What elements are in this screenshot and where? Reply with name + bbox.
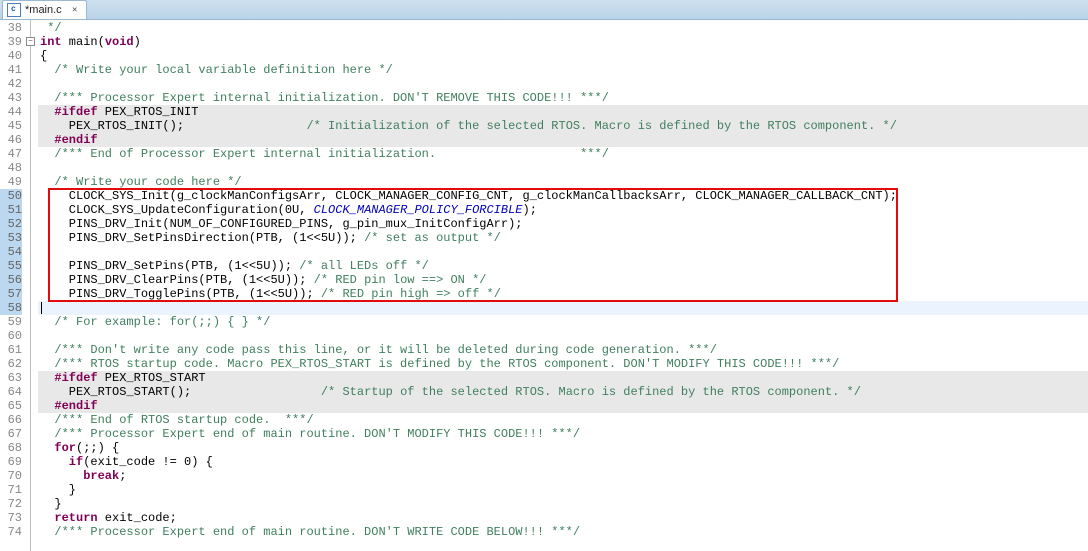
line-number: 67 <box>0 427 22 441</box>
code-line[interactable] <box>38 77 1088 91</box>
line-number: 73 <box>0 511 22 525</box>
line-number: 59 <box>0 315 22 329</box>
close-icon[interactable]: ✕ <box>70 5 80 15</box>
line-number: 47 <box>0 147 22 161</box>
code-line[interactable]: { <box>38 49 1088 63</box>
code-area[interactable]: */int main(void){ /* Write your local va… <box>38 20 1088 551</box>
code-line[interactable]: /*** RTOS startup code. Macro PEX_RTOS_S… <box>38 357 1088 371</box>
fold-guide-line <box>30 20 32 551</box>
line-number: 50 <box>0 189 22 203</box>
code-line[interactable]: PINS_DRV_ClearPins(PTB, (1<<5U)); /* RED… <box>38 273 1088 287</box>
code-line[interactable]: return exit_code; <box>38 511 1088 525</box>
code-line[interactable]: CLOCK_SYS_Init(g_clockManConfigsArr, CLO… <box>38 189 1088 203</box>
code-line[interactable] <box>38 245 1088 259</box>
tab-bar: *main.c ✕ <box>0 0 1088 20</box>
line-number: 43 <box>0 91 22 105</box>
code-line[interactable]: } <box>38 483 1088 497</box>
line-number: 57 <box>0 287 22 301</box>
line-number: 41 <box>0 63 22 77</box>
code-line[interactable]: /*** End of RTOS startup code. ***/ <box>38 413 1088 427</box>
code-line[interactable]: #endif <box>38 133 1088 147</box>
code-line[interactable]: /*** End of Processor Expert internal in… <box>38 147 1088 161</box>
line-number: 51 <box>0 203 22 217</box>
code-line[interactable]: /*** Don't write any code pass this line… <box>38 343 1088 357</box>
code-line[interactable] <box>38 161 1088 175</box>
line-number: 52 <box>0 217 22 231</box>
code-line[interactable]: } <box>38 497 1088 511</box>
line-number: 49 <box>0 175 22 189</box>
line-number: 68 <box>0 441 22 455</box>
code-line[interactable]: /* Write your code here */ <box>38 175 1088 189</box>
code-line[interactable]: PINS_DRV_SetPins(PTB, (1<<5U)); /* all L… <box>38 259 1088 273</box>
line-number: 66 <box>0 413 22 427</box>
code-line[interactable]: /*** Processor Expert internal initializ… <box>38 91 1088 105</box>
code-line[interactable]: */ <box>38 21 1088 35</box>
code-line[interactable]: PEX_RTOS_START(); /* Startup of the sele… <box>38 385 1088 399</box>
line-number: 71 <box>0 483 22 497</box>
code-line[interactable]: PINS_DRV_Init(NUM_OF_CONFIGURED_PINS, g_… <box>38 217 1088 231</box>
line-number-gutter: 3839404142434445464748495051525354555657… <box>0 20 24 551</box>
code-line[interactable]: /* For example: for(;;) { } */ <box>38 315 1088 329</box>
code-line[interactable]: /*** Processor Expert end of main routin… <box>38 525 1088 539</box>
code-editor[interactable]: 3839404142434445464748495051525354555657… <box>0 20 1088 551</box>
editor-tab-main-c[interactable]: *main.c ✕ <box>2 0 87 19</box>
line-number: 48 <box>0 161 22 175</box>
text-caret <box>41 302 42 314</box>
line-number: 62 <box>0 357 22 371</box>
code-line[interactable]: PINS_DRV_TogglePins(PTB, (1<<5U)); /* RE… <box>38 287 1088 301</box>
line-number: 46 <box>0 133 22 147</box>
fold-gutter[interactable]: − <box>24 20 38 551</box>
line-number: 56 <box>0 273 22 287</box>
code-line[interactable]: PEX_RTOS_INIT(); /* Initialization of th… <box>38 119 1088 133</box>
code-line[interactable]: PINS_DRV_SetPinsDirection(PTB, (1<<5U));… <box>38 231 1088 245</box>
line-number: 72 <box>0 497 22 511</box>
line-number: 40 <box>0 49 22 63</box>
code-line[interactable]: /*** Processor Expert end of main routin… <box>38 427 1088 441</box>
code-line[interactable]: for(;;) { <box>38 441 1088 455</box>
code-line[interactable]: /* Write your local variable definition … <box>38 63 1088 77</box>
code-line[interactable]: int main(void) <box>38 35 1088 49</box>
c-file-icon <box>7 3 21 17</box>
line-number: 39 <box>0 35 22 49</box>
line-number: 42 <box>0 77 22 91</box>
line-number: 69 <box>0 455 22 469</box>
code-line[interactable]: #ifdef PEX_RTOS_START <box>38 371 1088 385</box>
line-number: 54 <box>0 245 22 259</box>
line-number: 58 <box>0 301 22 315</box>
line-number: 70 <box>0 469 22 483</box>
line-number: 65 <box>0 399 22 413</box>
line-number: 60 <box>0 329 22 343</box>
line-number: 55 <box>0 259 22 273</box>
line-number: 45 <box>0 119 22 133</box>
code-line[interactable]: #endif <box>38 399 1088 413</box>
line-number: 61 <box>0 343 22 357</box>
line-number: 74 <box>0 525 22 539</box>
line-number: 44 <box>0 105 22 119</box>
line-number: 38 <box>0 21 22 35</box>
code-line[interactable]: CLOCK_SYS_UpdateConfiguration(0U, CLOCK_… <box>38 203 1088 217</box>
code-line[interactable]: if(exit_code != 0) { <box>38 455 1088 469</box>
tab-title: *main.c <box>25 4 62 16</box>
line-number: 64 <box>0 385 22 399</box>
code-line[interactable]: break; <box>38 469 1088 483</box>
code-line[interactable] <box>38 329 1088 343</box>
code-line[interactable] <box>38 301 1088 315</box>
fold-toggle[interactable]: − <box>26 37 35 46</box>
line-number: 53 <box>0 231 22 245</box>
line-number: 63 <box>0 371 22 385</box>
code-line[interactable]: #ifdef PEX_RTOS_INIT <box>38 105 1088 119</box>
